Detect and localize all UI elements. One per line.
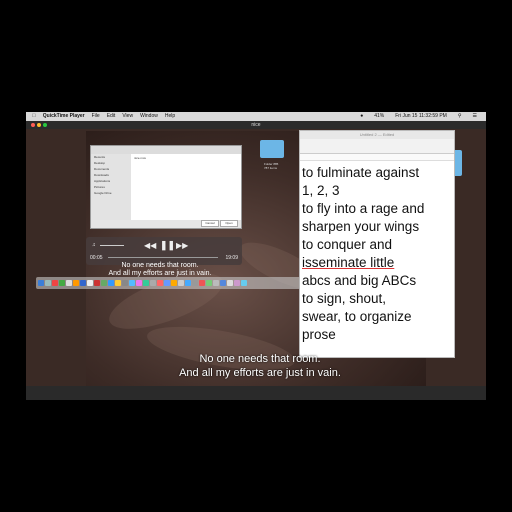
battery-percent[interactable]: 41% <box>374 112 384 121</box>
app-icon[interactable] <box>220 280 226 286</box>
app-icon[interactable] <box>199 280 205 286</box>
folder-icon[interactable] <box>260 140 284 158</box>
text-line: sharpen your wings <box>302 219 420 234</box>
text-line-misspelled: isseminate little <box>302 255 395 270</box>
app-icon[interactable] <box>108 280 114 286</box>
sidebar-item-google-drive[interactable]: Google Drive <box>91 190 131 196</box>
apple-icon[interactable]:  <box>32 112 36 121</box>
menu-help[interactable]: Help <box>165 112 175 121</box>
player-bottom-bar <box>26 386 486 400</box>
file-item[interactable]: nice.mov <box>131 154 241 162</box>
zoom-icon[interactable] <box>43 123 47 127</box>
subtitle-small-1: No one needs that room. <box>121 262 199 269</box>
app-icon[interactable] <box>157 280 163 286</box>
app-icon[interactable] <box>52 280 58 286</box>
menu-view[interactable]: View <box>122 112 133 121</box>
text-line: to fly into a rage and <box>302 201 425 216</box>
finder-icon[interactable] <box>38 280 44 286</box>
scrubber[interactable] <box>108 257 218 258</box>
menu-window[interactable]: Window <box>140 112 158 121</box>
app-icon[interactable] <box>234 280 240 286</box>
menu-list-icon[interactable]: ☰ <box>473 112 477 121</box>
player-controls: ♫ ◀◀ ❚❚ ▶▶ 00:05 19:09 <box>86 237 242 265</box>
app-icon[interactable] <box>206 280 212 286</box>
clock[interactable]: Fri Jun 15 11:32:59 PM <box>395 112 447 121</box>
app-icon[interactable] <box>66 280 72 286</box>
app-icon[interactable] <box>227 280 233 286</box>
text-line: swear, to organize <box>302 309 412 324</box>
pause-icon[interactable]: ❚❚ <box>160 240 175 251</box>
app-icon[interactable] <box>136 280 142 286</box>
dialog-sidebar: Recents Desktop Documents Downloads Appl… <box>91 154 131 228</box>
folder-count: 787 items <box>264 166 278 170</box>
time-remaining: 19:09 <box>225 255 238 261</box>
app-icon[interactable] <box>94 280 100 286</box>
app-icon[interactable] <box>171 280 177 286</box>
app-icon[interactable] <box>150 280 156 286</box>
editor-ruler <box>300 154 454 161</box>
app-icon[interactable] <box>192 280 198 286</box>
text-line: abcs and big ABCs <box>302 273 417 288</box>
minimize-icon[interactable] <box>37 123 41 127</box>
editor-title-bar: Untitled 2 — Edited <box>300 131 454 139</box>
menu-bar:  QuickTime Player File Edit View Window… <box>26 112 486 121</box>
subtitle-line-2: And all my efforts are just in vain. <box>179 367 341 379</box>
cancel-button[interactable]: Cancel <box>201 220 219 227</box>
dock <box>36 277 302 289</box>
rewind-icon[interactable]: ◀◀ <box>144 241 156 250</box>
volume-slider[interactable] <box>100 245 124 246</box>
text-line: prose <box>302 327 336 342</box>
trash-icon[interactable] <box>241 280 247 286</box>
app-icon[interactable] <box>178 280 184 286</box>
menu-app-name[interactable]: QuickTime Player <box>43 112 85 121</box>
app-icon[interactable] <box>143 280 149 286</box>
open-dialog: Recents Desktop Documents Downloads Appl… <box>90 145 242 229</box>
player-title: nice <box>251 122 261 128</box>
text-line: to fulminate against <box>302 165 420 180</box>
file-list: nice.mov <box>131 154 241 220</box>
app-icon[interactable] <box>129 280 135 286</box>
app-icon[interactable] <box>80 280 86 286</box>
app-icon[interactable] <box>101 280 107 286</box>
text-line: to sign, shout, <box>302 291 387 306</box>
app-icon[interactable] <box>164 280 170 286</box>
app-icon[interactable] <box>59 280 65 286</box>
app-icon[interactable] <box>87 280 93 286</box>
app-icon[interactable] <box>122 280 128 286</box>
editor-text-area[interactable]: to fulminate against 1, 2, 3 to fly into… <box>300 161 454 344</box>
launchpad-icon[interactable] <box>45 280 51 286</box>
wifi-icon[interactable]: ● <box>360 112 363 121</box>
volume-icon[interactable]: ♫ <box>92 242 96 248</box>
dialog-footer: Cancel Open <box>91 220 241 228</box>
time-elapsed: 00:05 <box>90 255 103 261</box>
editor-title: Untitled 2 — Edited <box>359 132 395 137</box>
app-icon[interactable] <box>185 280 191 286</box>
open-button[interactable]: Open <box>220 220 238 227</box>
subtitle-line-1: No one needs that room. <box>199 353 321 365</box>
text-line: to conquer and <box>302 237 393 252</box>
app-icon[interactable] <box>213 280 219 286</box>
fast-forward-icon[interactable]: ▶▶ <box>176 241 188 250</box>
close-icon[interactable] <box>31 123 35 127</box>
text-editor-window: Untitled 2 — Edited to fulminate against… <box>299 130 455 358</box>
menu-file[interactable]: File <box>92 112 100 121</box>
search-icon[interactable]: ⚲ <box>458 112 462 121</box>
app-icon[interactable] <box>73 280 79 286</box>
editor-toolbar <box>300 139 454 154</box>
app-icon[interactable] <box>115 280 121 286</box>
dialog-toolbar <box>91 146 241 154</box>
text-line: 1, 2, 3 <box>302 183 340 198</box>
menu-edit[interactable]: Edit <box>107 112 116 121</box>
player-title-bar: nice <box>26 121 486 129</box>
